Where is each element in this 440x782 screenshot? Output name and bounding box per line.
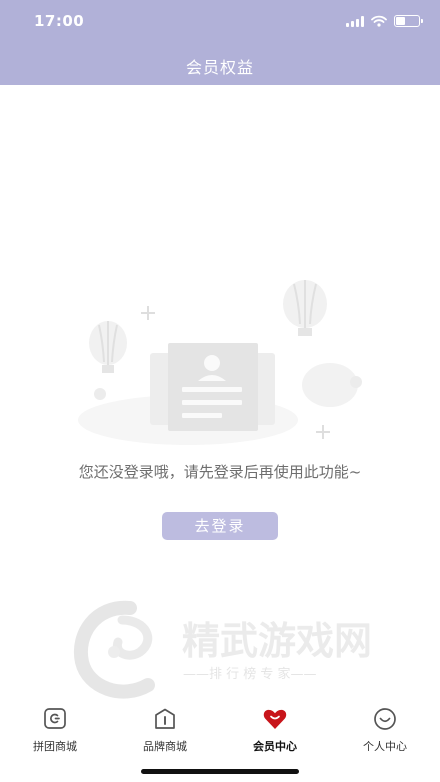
tab-vip-center[interactable]: 会员中心 <box>220 700 330 760</box>
wifi-icon <box>371 15 387 27</box>
profile-smile-icon <box>374 708 396 730</box>
header-bar: 17:00 会员权益 <box>0 0 440 85</box>
login-button[interactable]: 去登录 <box>162 512 278 540</box>
tab-label-profile: 个人中心 <box>363 740 407 753</box>
battery-icon <box>394 15 423 27</box>
signal-icon <box>346 15 364 27</box>
brand-mall-icon <box>155 708 175 729</box>
tab-brand-mall[interactable]: 品牌商城 <box>110 700 220 760</box>
watermark-logo-icon <box>73 600 155 699</box>
tab-label-brand-mall: 品牌商城 <box>143 740 187 753</box>
tab-profile[interactable]: 个人中心 <box>330 700 440 760</box>
group-buy-icon <box>44 708 66 729</box>
empty-state-message: 您还没登录哦，请先登录后再使用此功能~ <box>78 463 362 481</box>
tab-label-group-buy: 拼团商城 <box>33 740 77 753</box>
home-indicator <box>141 769 299 774</box>
page-title: 会员权益 <box>185 58 254 77</box>
site-watermark: 精武游戏网 ——排 行 榜 专 家—— <box>73 600 372 699</box>
watermark-brand: 精武游戏网 <box>182 619 372 663</box>
tab-group-buy[interactable]: 拼团商城 <box>0 700 110 760</box>
status-time: 17:00 <box>34 12 85 30</box>
watermark-tagline: ——排 行 榜 专 家—— <box>183 666 317 682</box>
vip-heart-icon <box>263 709 287 729</box>
tab-label-vip-center: 会员中心 <box>253 740 297 753</box>
status-icons <box>346 14 423 28</box>
bottom-tab-bar: 拼团商城 品牌商城 会员中心 个人中心 <box>0 700 440 760</box>
